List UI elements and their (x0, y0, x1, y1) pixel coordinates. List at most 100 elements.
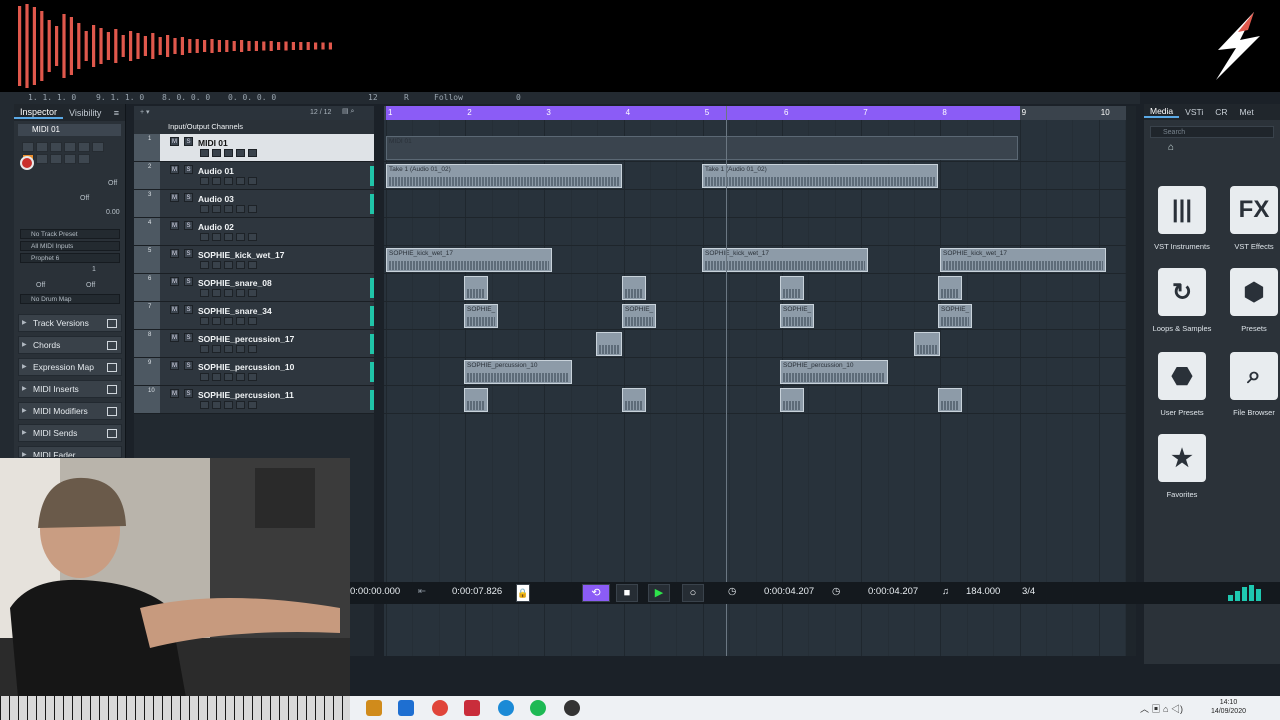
bar-ruler[interactable]: 1 2 3 4 5 6 7 8 9 10 (384, 106, 1126, 120)
clock[interactable]: 14:10 14/09/2020 (1211, 698, 1246, 716)
track-row[interactable]: 4 M S Audio 02 (134, 218, 374, 246)
section-midi-inserts[interactable]: MIDI Inserts (18, 380, 122, 398)
mute-button[interactable]: M (170, 277, 179, 286)
tab-cr[interactable]: CR (1209, 107, 1233, 117)
track-controls[interactable] (200, 401, 257, 409)
event-clip[interactable]: MIDI 01 (386, 136, 1018, 160)
track-list-menu-icon[interactable]: ▤ ⌕ (342, 107, 354, 116)
toolbar-r[interactable]: R (404, 93, 409, 102)
record-button[interactable]: ○ (682, 584, 704, 602)
tempo-display[interactable]: 184.000 (966, 586, 1000, 597)
section-midi-sends[interactable]: MIDI Sends (18, 424, 122, 442)
section-midi-fader[interactable]: MIDI Fader (18, 446, 122, 458)
chrome-icon[interactable] (432, 700, 448, 716)
left-locator-display[interactable]: 0:00:07.826 (452, 586, 502, 597)
tab-media[interactable]: Media (1144, 106, 1180, 118)
mute-button[interactable]: M (170, 193, 179, 202)
track-controls[interactable] (200, 373, 257, 381)
inspector-button-row-1[interactable] (22, 142, 118, 152)
secondary-time-display[interactable]: 0:00:04.207 (868, 586, 918, 597)
inspector-button-row-2[interactable] (22, 154, 118, 164)
track-lane[interactable] (384, 386, 1126, 414)
vertical-scrollbar[interactable] (1126, 106, 1136, 656)
event-clip[interactable]: SOPHIE_kick_wet_17 (940, 248, 1106, 272)
track-controls[interactable] (200, 233, 257, 241)
track-row[interactable]: 1 M S MIDI 01 (134, 134, 374, 162)
event-clip[interactable]: SOPHIE_kick_wet_17 (386, 248, 552, 272)
track-controls[interactable] (200, 345, 257, 353)
home-icon[interactable]: ⌂ (1168, 142, 1174, 153)
event-clip[interactable]: SOPHIE_ (464, 304, 498, 328)
inspector-track-name[interactable]: MIDI 01 (18, 124, 121, 136)
record-enable-button[interactable] (20, 156, 34, 170)
file-explorer-icon[interactable] (366, 700, 382, 716)
track-controls[interactable] (200, 261, 257, 269)
mail-icon[interactable] (398, 700, 414, 716)
event-clip[interactable] (938, 388, 962, 412)
metronome-icon[interactable]: ♫ (942, 586, 949, 597)
cycle-button[interactable]: ⟲ (582, 584, 610, 602)
vst-instruments-tile[interactable]: ||| (1158, 186, 1206, 234)
section-chords[interactable]: Chords (18, 336, 122, 354)
track-lane[interactable] (384, 274, 1126, 302)
stop-button[interactable]: ■ (616, 584, 638, 602)
track-controls[interactable] (200, 177, 257, 185)
favorites-tile[interactable]: ★ (1158, 434, 1206, 482)
solo-button[interactable]: S (184, 277, 193, 286)
tab-vsti[interactable]: VSTi (1179, 107, 1209, 117)
track-controls[interactable] (200, 317, 257, 325)
left-time-display[interactable]: 0:00:00.000 (350, 586, 400, 597)
event-clip[interactable] (938, 276, 962, 300)
loops-samples-tile[interactable]: ↻ (1158, 268, 1206, 316)
solo-button[interactable]: S (184, 305, 193, 314)
section-track-versions[interactable]: Track Versions (18, 314, 122, 332)
mute-button[interactable]: M (170, 249, 179, 258)
event-clip[interactable]: SOPHIE_percussion_10 (464, 360, 572, 384)
mute-button[interactable]: M (170, 333, 179, 342)
drum-map-dropdown[interactable]: No Drum Map (20, 294, 120, 304)
presets-tile[interactable]: ⬢ (1230, 268, 1278, 316)
cycle-range[interactable] (386, 106, 1020, 120)
cubase-icon[interactable] (464, 700, 480, 716)
event-clip[interactable] (622, 388, 646, 412)
project-window[interactable]: 1 2 3 4 5 6 7 8 9 10 MIDI 01 Take 1 (Audio 01_02) T… (384, 106, 1126, 656)
tab-visibility[interactable]: Visibility (63, 108, 107, 118)
mute-button[interactable]: M (170, 389, 179, 398)
event-clip[interactable] (914, 332, 940, 356)
solo-button[interactable]: S (184, 361, 193, 370)
track-row[interactable]: 3 M S Audio 03 (134, 190, 374, 218)
track-controls[interactable] (200, 205, 257, 213)
midi-output-dropdown[interactable]: Prophet 6 (20, 253, 120, 263)
user-presets-tile[interactable]: ⬣ (1158, 352, 1206, 400)
spotify-icon[interactable] (530, 700, 546, 716)
system-tray-icons[interactable]: ︿ ▣ ⌂ ◁) (1140, 702, 1183, 715)
solo-button[interactable]: S (184, 165, 193, 174)
lock-icon[interactable]: 🔒 (516, 584, 530, 602)
solo-button[interactable]: S (184, 249, 193, 258)
mute-button[interactable]: M (170, 165, 179, 174)
primary-time-display[interactable]: 0:00:04.207 (764, 586, 814, 597)
event-clip[interactable] (780, 276, 804, 300)
event-clip[interactable] (464, 388, 488, 412)
track-row[interactable]: 9 M S SOPHIE_percussion_10 (134, 358, 374, 386)
menu-icon[interactable]: ≡ (108, 108, 125, 118)
tab-inspector[interactable]: Inspector (14, 107, 64, 119)
track-row[interactable]: 6 M S SOPHIE_snare_08 (134, 274, 374, 302)
section-midi-modifiers[interactable]: MIDI Modifiers (18, 402, 122, 420)
track-lane[interactable] (384, 218, 1126, 246)
section-expression-map[interactable]: Expression Map (18, 358, 122, 376)
event-clip[interactable]: SOPHIE_ (938, 304, 972, 328)
insp-off-3[interactable]: Off (36, 282, 45, 289)
event-clip[interactable]: SOPHIE_ (622, 304, 656, 328)
track-row[interactable]: 2 M S Audio 01 (134, 162, 374, 190)
obs-icon[interactable] (564, 700, 580, 716)
time-signature-display[interactable]: 3/4 (1022, 586, 1035, 597)
mute-button[interactable]: M (170, 221, 179, 230)
event-clip[interactable]: Take 1 (Audio 01_02) (386, 164, 622, 188)
solo-button[interactable]: S (184, 333, 193, 342)
project-cursor[interactable] (726, 106, 727, 656)
solo-button[interactable]: S (184, 193, 193, 202)
track-lane[interactable] (384, 190, 1126, 218)
vst-effects-tile[interactable]: FX (1230, 186, 1278, 234)
solo-button[interactable]: S (184, 389, 193, 398)
